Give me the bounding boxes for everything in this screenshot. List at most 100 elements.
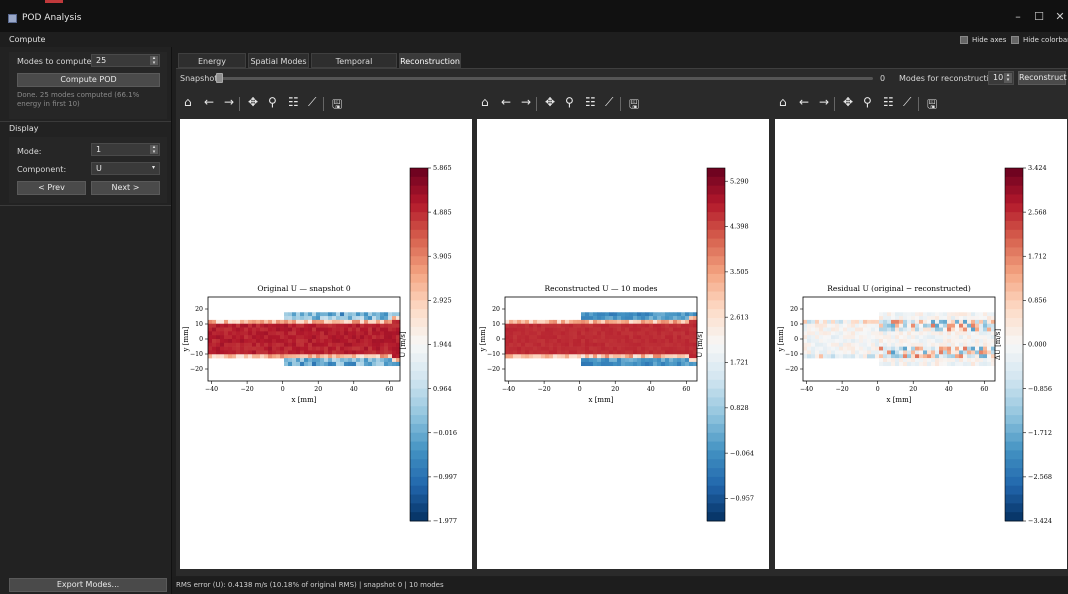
plot-canvas[interactable]: Residual U (original − reconstructed) −40…	[775, 119, 1067, 569]
heatmap-cell	[208, 350, 213, 355]
pan-icon[interactable]: ✥	[248, 95, 258, 109]
reconstruct-button[interactable]: Reconstruct	[1018, 71, 1067, 85]
plot-canvas[interactable]: Original U — snapshot 0 −40 −20 0 20 40 60 20 10…	[180, 119, 472, 569]
tab-reconstruction[interactable]: Reconstruction	[399, 53, 461, 68]
spin-arrows-icon[interactable]: ▴ ▾	[150, 145, 158, 155]
heatmap-cell	[589, 312, 594, 317]
pan-icon[interactable]: ✥	[545, 95, 555, 109]
heatmap-cell	[316, 358, 321, 363]
modes-spinbox[interactable]: 25 ▴ ▾	[91, 54, 160, 67]
colorbar-segment	[1005, 459, 1023, 469]
heatmap-cell	[887, 350, 892, 355]
edit-axes-icon[interactable]: ⟋	[308, 95, 316, 110]
colorbar-segment	[410, 265, 428, 275]
forward-arrow-icon[interactable]: →	[224, 95, 234, 109]
home-icon[interactable]: ⌂	[779, 95, 787, 109]
zoom-icon[interactable]: ⚲	[863, 95, 872, 109]
heatmap-cell	[577, 350, 582, 355]
modes-recon-spinbox[interactable]: 10 ▴ ▾	[988, 71, 1014, 85]
back-arrow-icon[interactable]: ←	[799, 95, 809, 109]
heatmap-cell	[529, 342, 534, 347]
heatmap-cell	[332, 319, 337, 325]
heatmap-cell	[601, 350, 606, 355]
forward-arrow-icon[interactable]: →	[521, 95, 531, 109]
minimize-icon[interactable]: –	[1010, 10, 1026, 23]
colorbar-segment	[707, 318, 725, 328]
spin-arrows-icon[interactable]: ▴ ▾	[1004, 73, 1012, 83]
maximize-icon[interactable]: ☐	[1031, 10, 1047, 23]
heatmap-cell	[807, 354, 812, 359]
heatmap-cell	[593, 346, 598, 351]
heatmap-cell	[376, 331, 381, 336]
back-arrow-icon[interactable]: ←	[501, 95, 511, 109]
heatmap-cell	[581, 350, 586, 355]
compute-pod-button[interactable]: Compute POD	[17, 73, 160, 87]
colorbar-segment	[1005, 353, 1023, 363]
subplots-icon[interactable]: ☷	[883, 95, 894, 109]
heatmap-cell	[388, 327, 393, 332]
tab-energy-spectrum[interactable]: Energy Spectrum	[178, 53, 246, 81]
heatmap-cell	[316, 342, 321, 347]
pan-icon[interactable]: ✥	[843, 95, 853, 109]
heatmap-cell	[867, 335, 872, 340]
heatmap-cell	[669, 339, 674, 344]
heatmap-cell	[649, 350, 654, 355]
y-tick-label: −20	[190, 366, 203, 373]
subplots-icon[interactable]: ☷	[288, 95, 299, 109]
heatmap-cell	[951, 361, 956, 367]
plot-canvas[interactable]: Reconstructed U — 10 modes −40 −20 0 20 40 60 2…	[477, 119, 769, 569]
zoom-icon[interactable]: ⚲	[268, 95, 277, 109]
heatmap-cell	[657, 312, 662, 317]
heatmap-cell	[883, 346, 888, 351]
heatmap-cell	[835, 350, 840, 355]
snapshot-slider-track[interactable]	[216, 77, 873, 80]
heatmap-cell	[935, 331, 940, 336]
home-icon[interactable]: ⌂	[481, 95, 489, 109]
next-button[interactable]: Next >	[91, 181, 160, 195]
heatmap-cell	[891, 323, 896, 328]
home-icon[interactable]: ⌂	[184, 95, 192, 109]
back-arrow-icon[interactable]: ←	[204, 95, 214, 109]
close-icon[interactable]: ✕	[1052, 10, 1068, 23]
save-icon[interactable]: 🖫	[927, 95, 937, 116]
heatmap-cell	[352, 346, 357, 351]
heatmap-cell	[392, 331, 397, 336]
hide-colorbar-checkbox[interactable]	[1011, 36, 1019, 44]
x-tick-label: 20	[909, 386, 917, 393]
heatmap-cell	[597, 350, 602, 355]
heatmap-cell	[855, 354, 860, 359]
save-icon[interactable]: 🖫	[629, 95, 639, 116]
heatmap-cell	[983, 312, 988, 317]
heatmap-cell	[899, 323, 904, 328]
heatmap-cell	[224, 335, 229, 340]
edit-axes-icon[interactable]: ⟋	[605, 95, 613, 110]
edit-axes-icon[interactable]: ⟋	[903, 95, 911, 110]
heatmap-cell	[368, 350, 373, 355]
heatmap-cell	[533, 354, 538, 359]
tab-temporal-coefficients[interactable]: Temporal Coefficients	[311, 53, 397, 81]
heatmap-cell	[212, 323, 217, 328]
spin-arrows-icon[interactable]: ▴ ▾	[150, 56, 158, 66]
component-select[interactable]: U ▾	[91, 162, 160, 175]
heatmap-cell	[645, 316, 650, 321]
heatmap-cell	[883, 350, 888, 355]
heatmap-cell	[983, 346, 988, 351]
heatmap-cell	[633, 331, 638, 336]
hide-axes-checkbox[interactable]	[960, 36, 968, 44]
prev-button[interactable]: < Prev	[17, 181, 86, 195]
export-modes-button[interactable]: Export Modes...	[9, 578, 167, 592]
zoom-icon[interactable]: ⚲	[565, 95, 574, 109]
tab-spatial-modes[interactable]: Spatial Modes	[248, 53, 309, 68]
forward-arrow-icon[interactable]: →	[819, 95, 829, 109]
subplots-icon[interactable]: ☷	[585, 95, 596, 109]
heatmap-cell	[887, 342, 892, 347]
heatmap-cell	[657, 350, 662, 355]
snapshot-slider-handle[interactable]	[216, 73, 223, 83]
heatmap-cell	[589, 335, 594, 340]
heatmap-cell	[887, 361, 892, 367]
heatmap-cell	[344, 312, 349, 317]
colorbar	[707, 168, 725, 522]
mode-spinbox[interactable]: 1 ▴ ▾	[91, 143, 160, 156]
save-icon[interactable]: 🖫	[332, 95, 342, 116]
heatmap-cell	[867, 346, 872, 351]
